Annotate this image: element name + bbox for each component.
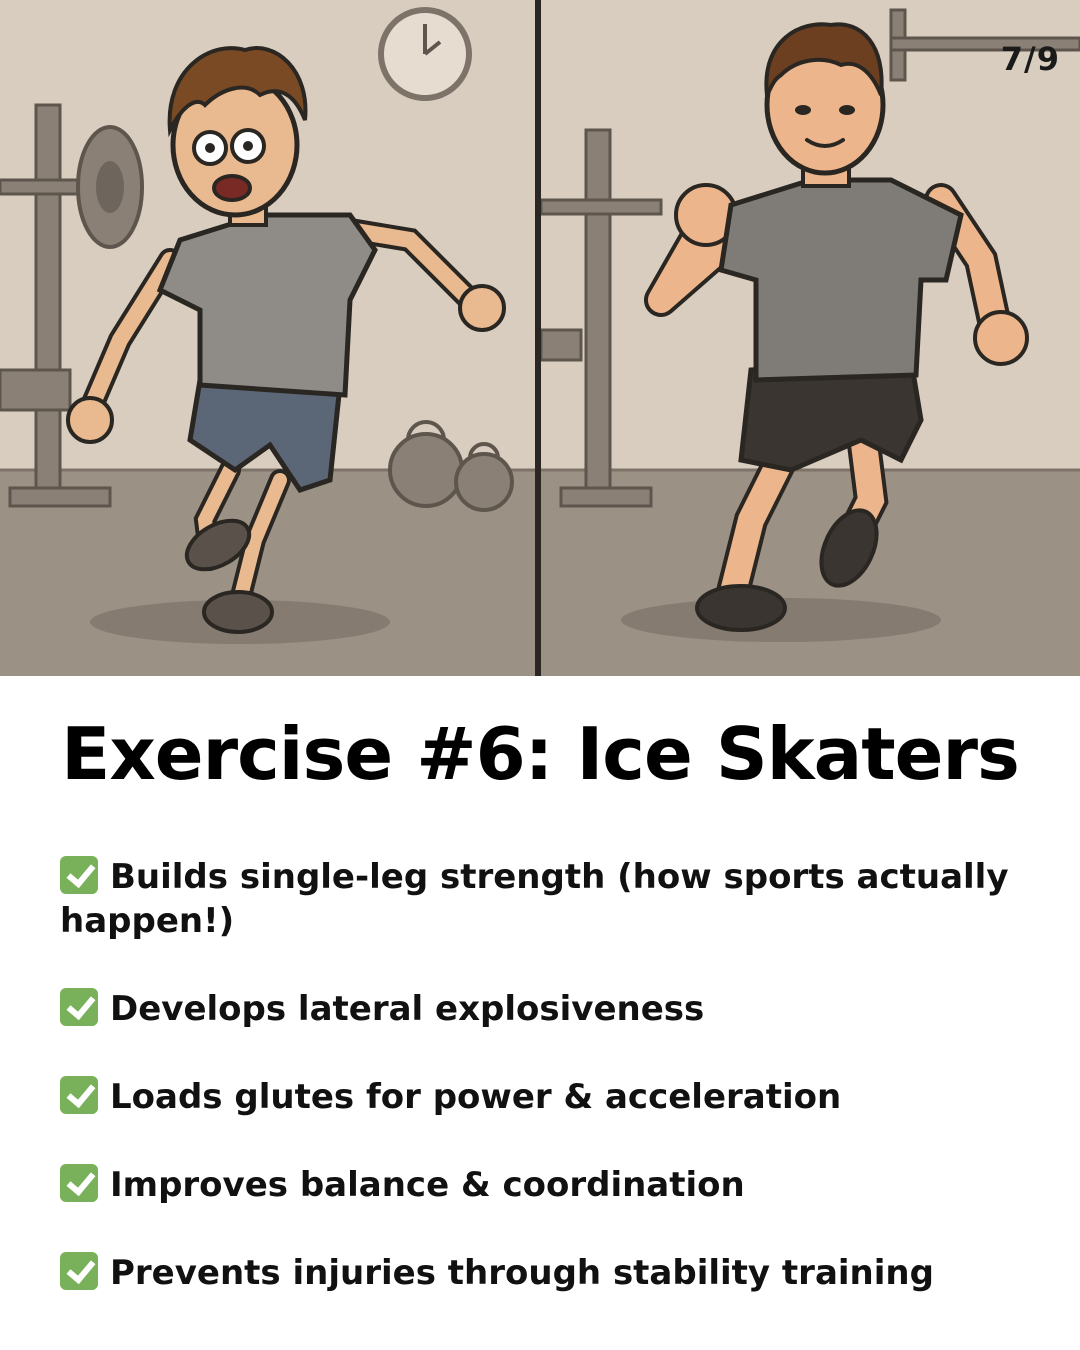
check-mark-icon — [60, 988, 98, 1026]
benefit-item: Loads glutes for power & acceleration — [60, 1075, 1020, 1119]
check-mark-icon — [60, 1252, 98, 1290]
benefit-item: Develops lateral explosiveness — [60, 987, 1020, 1031]
comic-illustration: 7/9 — [0, 0, 1080, 676]
benefit-text: Develops lateral explosiveness — [110, 989, 705, 1029]
panel-scared-boy — [0, 0, 535, 676]
benefit-item: Prevents injuries through stability trai… — [60, 1251, 1020, 1295]
benefit-text: Improves balance & coordination — [110, 1165, 745, 1205]
check-mark-icon — [60, 1076, 98, 1114]
benefit-text: Loads glutes for power & acceleration — [110, 1077, 842, 1117]
benefit-item: Builds single-leg strength (how sports a… — [60, 855, 1020, 943]
check-mark-icon — [60, 856, 98, 894]
benefit-item: Improves balance & coordination — [60, 1163, 1020, 1207]
scared-boy-illustration — [0, 0, 535, 676]
benefit-text: Prevents injuries through stability trai… — [110, 1253, 934, 1293]
benefit-text: Builds single-leg strength (how sports a… — [60, 857, 1009, 941]
panel-confident-athlete: 7/9 — [541, 0, 1080, 676]
page-indicator: 7/9 — [1000, 40, 1060, 78]
wall-clock-icon — [378, 7, 472, 101]
athlete-illustration — [541, 0, 1080, 676]
benefits-list: Builds single-leg strength (how sports a… — [60, 855, 1020, 1339]
exercise-title: Exercise #6: Ice Skaters — [61, 712, 1020, 796]
check-mark-icon — [60, 1164, 98, 1202]
